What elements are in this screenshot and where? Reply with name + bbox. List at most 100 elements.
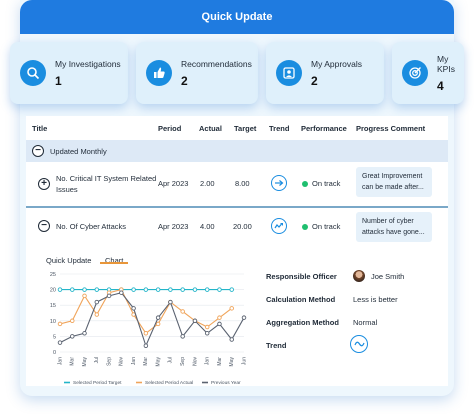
- thumbs-up-icon: [146, 60, 172, 86]
- comment-line: can be made after...: [362, 183, 424, 191]
- x-tick-label: Jan: [131, 357, 137, 365]
- data-point: [229, 337, 234, 342]
- active-tab-indicator: [100, 262, 128, 264]
- calculation-method-value: Less is better: [353, 295, 398, 304]
- tab-chart[interactable]: Chart: [105, 256, 123, 265]
- card-label: Recommendations: [181, 58, 252, 69]
- progress-comment[interactable]: Great Improvement can be made after...: [356, 167, 432, 197]
- expand-icon[interactable]: +: [38, 178, 50, 190]
- data-point: [155, 287, 161, 292]
- x-tick-label: Jan: [57, 357, 63, 365]
- data-point: [70, 287, 75, 292]
- group-label: Updated Monthly: [50, 146, 107, 156]
- approval-icon: [276, 60, 302, 86]
- data-point: [155, 315, 161, 320]
- data-point: [131, 306, 136, 311]
- trend-wave-icon: [271, 218, 287, 234]
- data-point: [106, 293, 112, 299]
- collapse-icon[interactable]: −: [32, 145, 44, 157]
- column-header-target[interactable]: Target: [234, 124, 256, 133]
- kpi-table: Title Period Actual Target Trend Perform…: [26, 116, 448, 386]
- comment-line: attacks have gone...: [362, 228, 425, 236]
- column-header-title[interactable]: Title: [32, 124, 47, 133]
- responsible-officer-value: Joe Smith: [371, 272, 405, 281]
- kpi-info: Responsible Officer Joe Smith Calculatio…: [266, 246, 446, 386]
- x-tick-label: Jul: [94, 357, 100, 363]
- row-title: No. Of Cyber Attacks: [56, 222, 127, 231]
- tab-quick-update[interactable]: Quick Update: [46, 256, 91, 265]
- comment-line: Number of cyber: [362, 218, 414, 225]
- column-header-period[interactable]: Period: [158, 124, 181, 133]
- data-point: [204, 324, 210, 330]
- data-point: [94, 299, 100, 305]
- table-row[interactable]: + No. Critical IT System Related Issues …: [26, 166, 448, 206]
- card-my-investigations[interactable]: My Investigations 1: [10, 42, 128, 104]
- data-point: [168, 287, 173, 292]
- progress-comment[interactable]: Number of cyber attacks have gone...: [356, 212, 432, 242]
- data-point: [94, 312, 100, 317]
- x-tick-label: Mar: [217, 357, 223, 366]
- data-point: [155, 321, 161, 327]
- row-title: No. Critical IT System Related: [56, 174, 157, 183]
- data-point: [70, 334, 75, 339]
- data-point: [82, 287, 87, 292]
- status-dot: [302, 224, 308, 231]
- data-point: [180, 309, 185, 314]
- panel-title: Quick Update: [20, 0, 454, 34]
- x-tick-label: May: [82, 357, 88, 367]
- table-header: Title Period Actual Target Trend Perform…: [26, 116, 448, 138]
- data-point: [143, 343, 149, 349]
- x-tick-label: Jul: [168, 357, 174, 363]
- aggregation-method-label: Aggregation Method: [266, 318, 339, 327]
- kpi-detail: Quick Update Chart 0 5 10 15 20 25 Jan Mar May Ju…: [26, 246, 448, 386]
- x-tick-label: Sep: [180, 357, 186, 366]
- x-tick-label: Sep: [106, 357, 112, 366]
- data-point: [168, 299, 173, 305]
- trend-label: Trend: [266, 341, 287, 350]
- data-point: [192, 287, 198, 292]
- data-point: [82, 293, 87, 299]
- legend-label: Previous Year: [211, 380, 241, 386]
- data-point: [119, 290, 124, 295]
- column-header-actual[interactable]: Actual: [199, 124, 222, 133]
- data-point: [94, 287, 100, 292]
- x-tick-label: Mar: [70, 357, 76, 366]
- row-target: 8.00: [235, 179, 250, 188]
- comment-line: Great Improvement: [362, 173, 423, 180]
- responsible-officer-label: Responsible Officer: [266, 272, 337, 281]
- summary-cards: My Investigations 1 Recommendations 2 My…: [10, 42, 464, 104]
- column-header-progress-comment[interactable]: Progress Comment: [356, 124, 425, 133]
- calculation-method-label: Calculation Method: [266, 295, 336, 304]
- performance-label: On track: [312, 222, 341, 231]
- x-tick-label: Jan: [205, 357, 211, 365]
- row-period: Apr 2023: [158, 179, 189, 188]
- x-tick-label: May: [155, 357, 161, 367]
- data-point: [180, 334, 185, 339]
- y-tick-label: 25: [50, 272, 56, 278]
- card-my-kpis[interactable]: My KPIs 4: [392, 42, 464, 104]
- group-row-updated-monthly[interactable]: − Updated Monthly: [26, 140, 448, 162]
- column-header-trend[interactable]: Trend: [269, 124, 289, 133]
- column-header-performance[interactable]: Performance: [301, 124, 347, 133]
- data-point: [57, 340, 63, 345]
- x-tick-label: Mar: [143, 357, 149, 366]
- data-point: [229, 306, 234, 311]
- performance-label: On track: [312, 179, 341, 188]
- x-tick-label: Nov: [192, 357, 198, 366]
- status-dot: [302, 181, 308, 188]
- data-point: [57, 321, 63, 327]
- card-label: My Approvals: [311, 58, 363, 69]
- data-point: [82, 331, 87, 336]
- card-recommendations[interactable]: Recommendations 2: [136, 42, 258, 104]
- y-tick-label: 10: [50, 319, 56, 325]
- row-performance: On track: [302, 222, 340, 231]
- search-icon: [20, 60, 46, 86]
- table-row[interactable]: − No. Of Cyber Attacks Apr 2023 4.00 20.…: [26, 208, 448, 244]
- card-my-approvals[interactable]: My Approvals 2: [266, 42, 384, 104]
- collapse-icon[interactable]: −: [38, 220, 50, 232]
- row-title: Issues: [56, 185, 78, 194]
- row-target: 20.00: [233, 222, 252, 231]
- y-tick-label: 20: [50, 288, 56, 294]
- arrow-right-icon: [271, 175, 287, 191]
- data-point: [131, 287, 136, 292]
